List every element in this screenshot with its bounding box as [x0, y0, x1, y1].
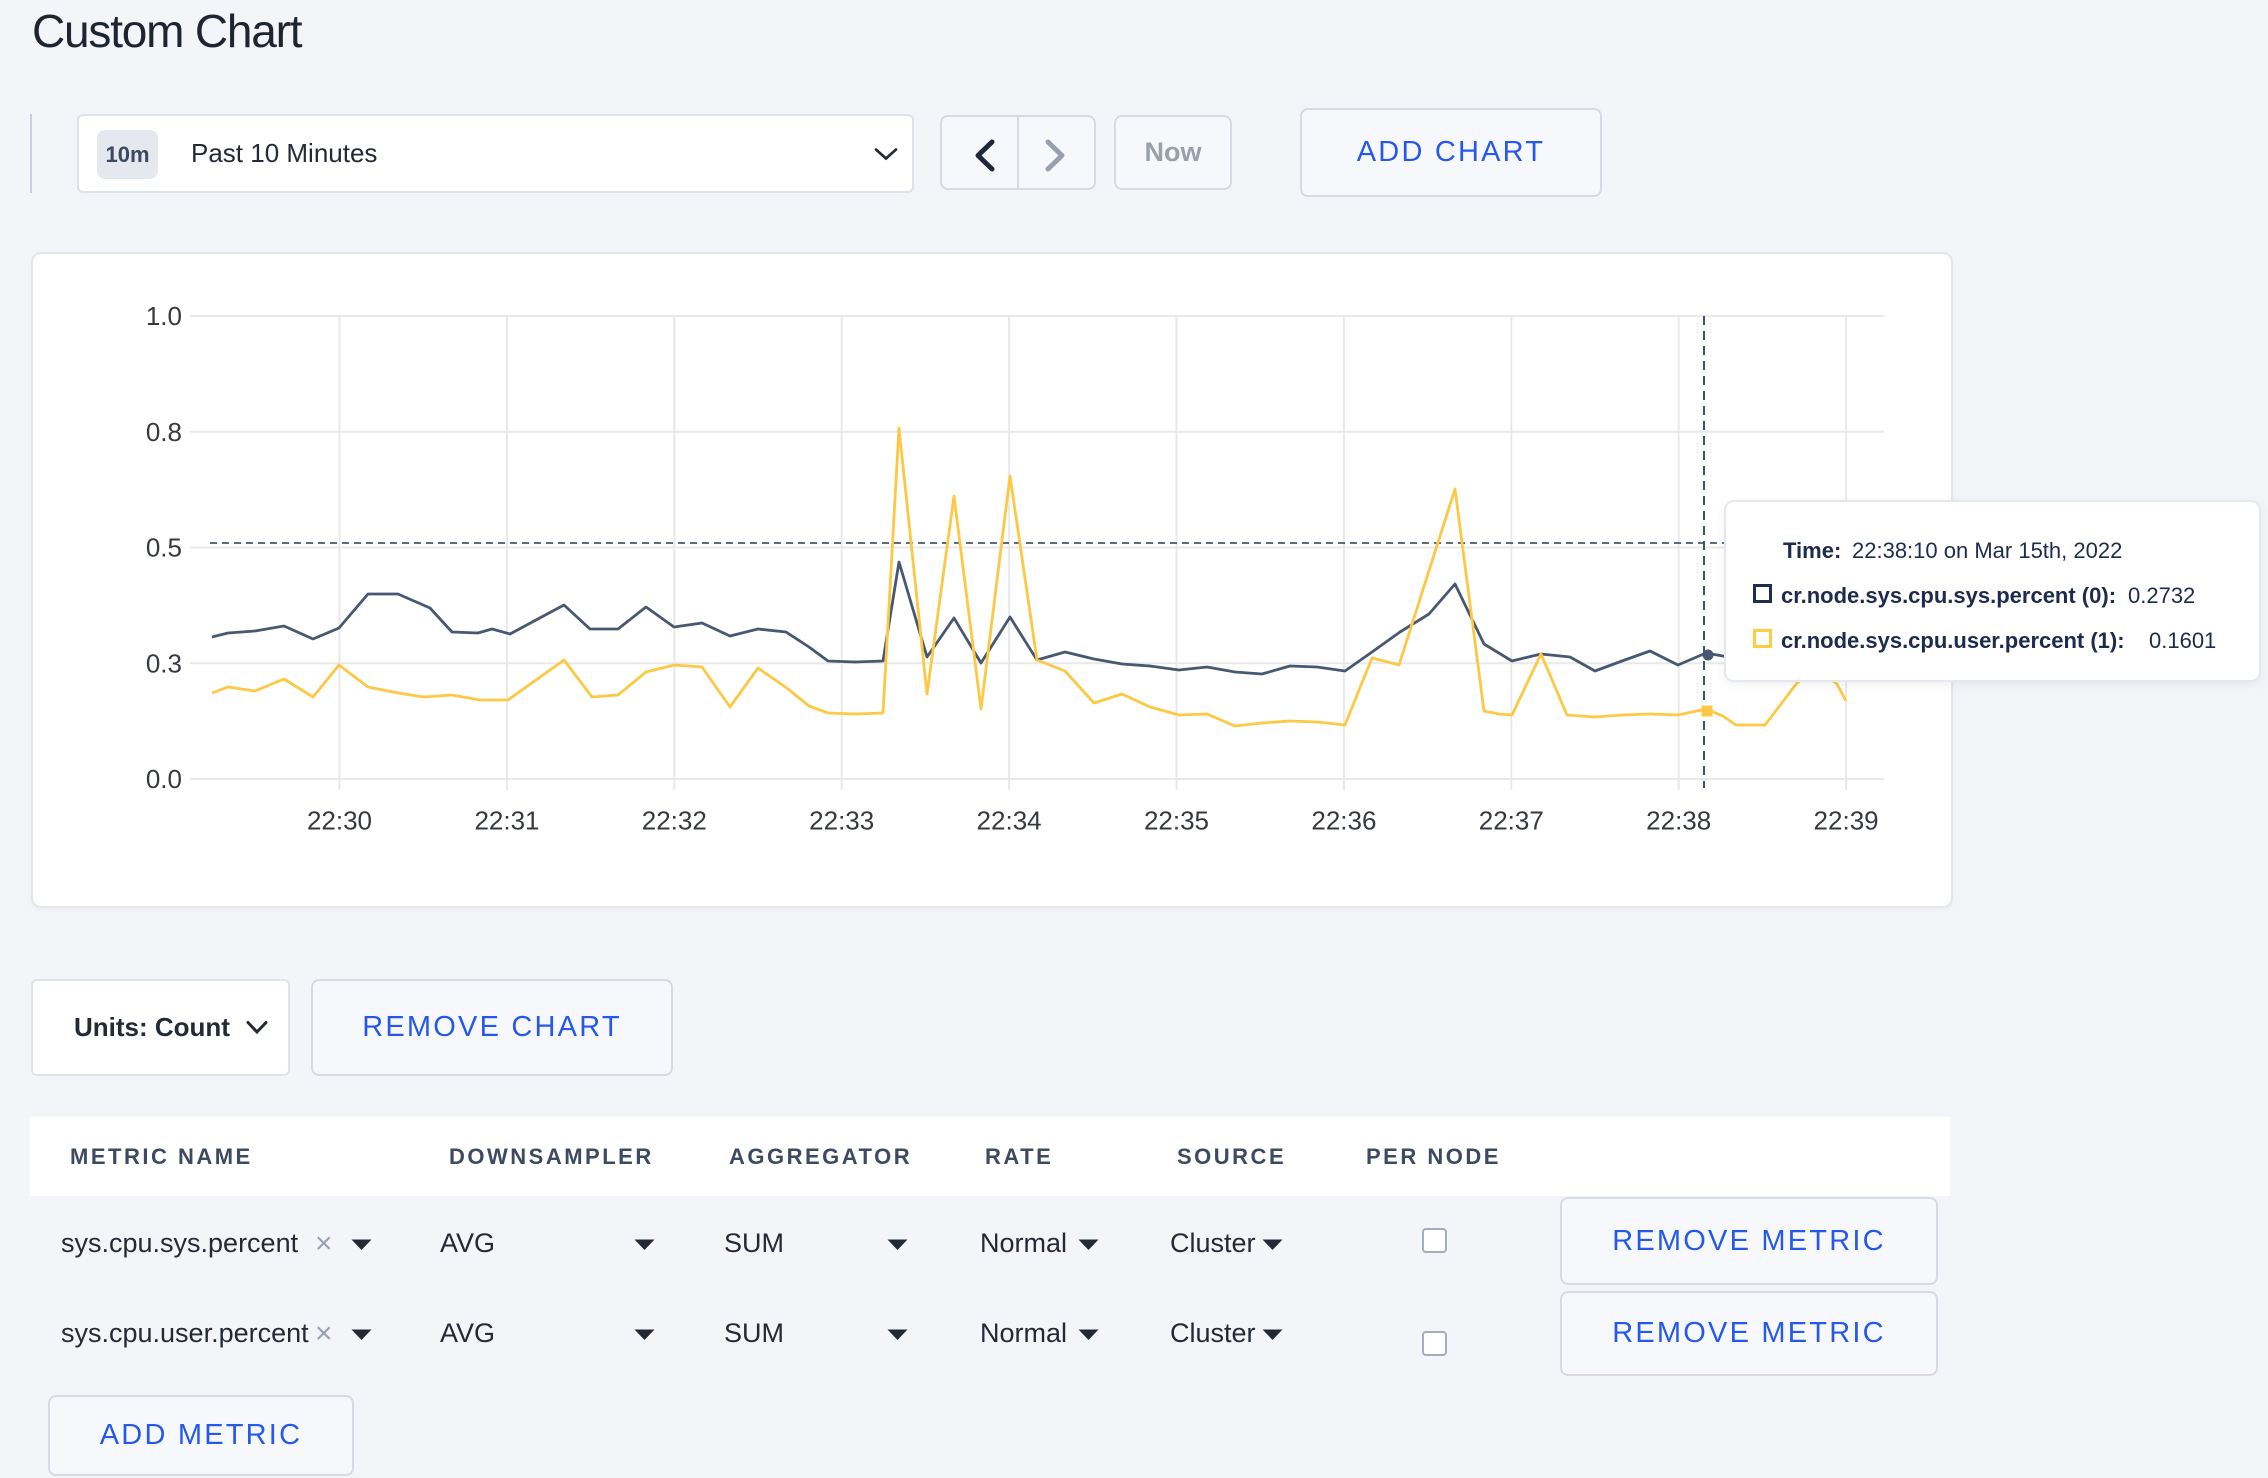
svg-text:22:37: 22:37 — [1479, 806, 1544, 836]
svg-text:22:30: 22:30 — [307, 806, 372, 836]
svg-text:0.0: 0.0 — [146, 764, 182, 794]
svg-text:22:36: 22:36 — [1311, 806, 1376, 836]
svg-text:22:35: 22:35 — [1144, 806, 1209, 836]
svg-text:0.8: 0.8 — [146, 417, 182, 447]
svg-text:22:39: 22:39 — [1814, 806, 1879, 836]
svg-text:22:38: 22:38 — [1646, 806, 1711, 836]
svg-text:0.3: 0.3 — [146, 648, 182, 678]
svg-text:1.0: 1.0 — [146, 301, 182, 331]
svg-text:0.5: 0.5 — [146, 533, 182, 563]
svg-text:22:32: 22:32 — [642, 806, 707, 836]
svg-text:22:33: 22:33 — [809, 806, 874, 836]
svg-text:22:34: 22:34 — [977, 806, 1042, 836]
svg-text:22:31: 22:31 — [474, 806, 539, 836]
